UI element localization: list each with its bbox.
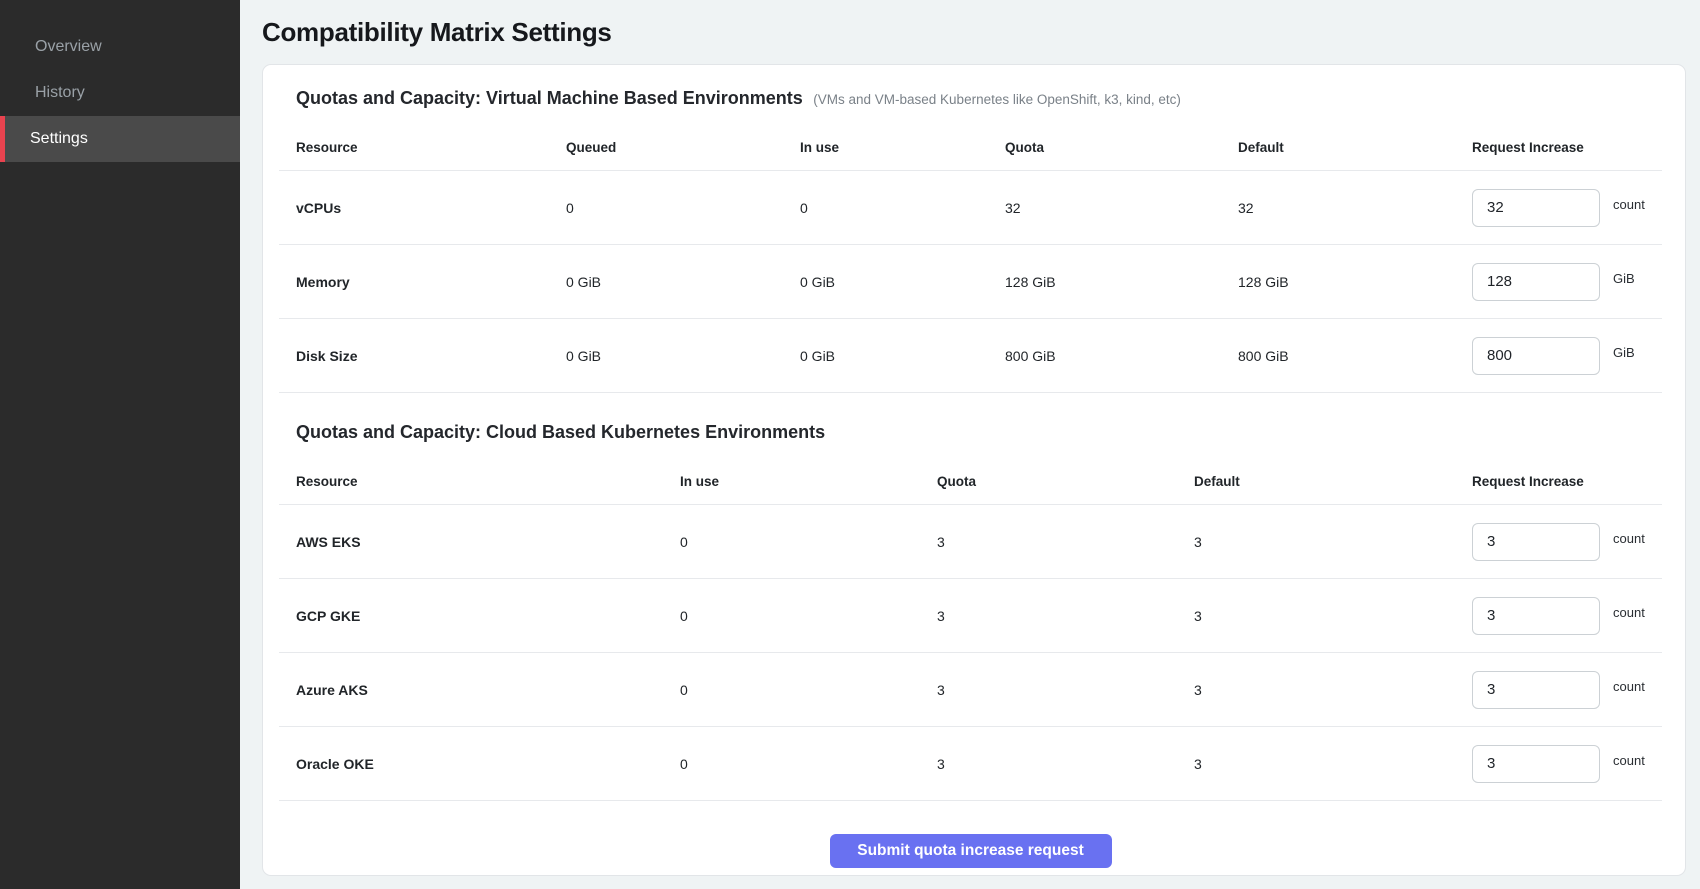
unit-label: count [1613, 679, 1645, 694]
vcpus-request-input[interactable] [1472, 189, 1600, 227]
column-header-request-increase: Request Increase [1472, 474, 1662, 489]
unit-label: GiB [1613, 345, 1635, 360]
cloud-quota-table: Resource In use Quota Default Request In… [279, 459, 1662, 801]
column-header-resource: Resource [279, 474, 680, 489]
submit-quota-increase-button[interactable]: Submit quota increase request [830, 834, 1112, 868]
in-use-value: 0 [680, 534, 937, 550]
quota-value: 32 [1005, 200, 1238, 216]
aws-eks-request-input[interactable] [1472, 523, 1600, 561]
quota-value: 3 [937, 682, 1194, 698]
main-content: Compatibility Matrix Settings Quotas and… [240, 0, 1700, 889]
resource-name: Oracle OKE [279, 756, 680, 772]
queued-value: 0 GiB [566, 274, 800, 290]
request-increase-cell: count [1472, 671, 1662, 709]
default-value: 3 [1194, 608, 1472, 624]
resource-name: AWS EKS [279, 534, 680, 550]
unit-label: count [1613, 197, 1645, 212]
queued-value: 0 [566, 200, 800, 216]
cloud-section-heading: Quotas and Capacity: Cloud Based Kuberne… [296, 419, 1662, 447]
resource-name: Azure AKS [279, 682, 680, 698]
table-row-gcp-gke: GCP GKE 0 3 3 count [279, 579, 1662, 653]
default-value: 128 GiB [1238, 274, 1472, 290]
sidebar: Overview History Settings [0, 0, 240, 889]
request-increase-cell: GiB [1472, 263, 1662, 301]
unit-label: count [1613, 531, 1645, 546]
request-increase-cell: count [1472, 523, 1662, 561]
column-header-default: Default [1238, 140, 1472, 155]
table-row-memory: Memory 0 GiB 0 GiB 128 GiB 128 GiB GiB [279, 245, 1662, 319]
in-use-value: 0 GiB [800, 348, 1005, 364]
unit-label: GiB [1613, 271, 1635, 286]
app-window: Overview History Settings Compatibility … [0, 0, 1700, 889]
sidebar-item-history[interactable]: History [0, 70, 240, 116]
quota-value: 3 [937, 534, 1194, 550]
quota-value: 800 GiB [1005, 348, 1238, 364]
cloud-section-title: Quotas and Capacity: Cloud Based Kuberne… [296, 422, 825, 442]
table-row-aws-eks: AWS EKS 0 3 3 count [279, 505, 1662, 579]
vm-section-heading: Quotas and Capacity: Virtual Machine Bas… [296, 85, 1662, 113]
sidebar-item-history-label: History [35, 84, 85, 102]
gcp-gke-request-input[interactable] [1472, 597, 1600, 635]
quota-value: 3 [937, 756, 1194, 772]
default-value: 3 [1194, 534, 1472, 550]
oracle-oke-request-input[interactable] [1472, 745, 1600, 783]
column-header-resource: Resource [279, 140, 566, 155]
request-increase-cell: count [1472, 597, 1662, 635]
request-increase-cell: count [1472, 189, 1662, 227]
azure-aks-request-input[interactable] [1472, 671, 1600, 709]
settings-card: Quotas and Capacity: Virtual Machine Bas… [262, 64, 1686, 876]
column-header-quota: Quota [1005, 140, 1238, 155]
memory-request-input[interactable] [1472, 263, 1600, 301]
vm-quota-table: Resource Queued In use Quota Default Req… [279, 125, 1662, 393]
quota-value: 3 [937, 608, 1194, 624]
table-row-oracle-oke: Oracle OKE 0 3 3 count [279, 727, 1662, 801]
default-value: 800 GiB [1238, 348, 1472, 364]
default-value: 32 [1238, 200, 1472, 216]
in-use-value: 0 [680, 756, 937, 772]
cloud-table-header-row: Resource In use Quota Default Request In… [279, 459, 1662, 505]
request-increase-cell: count [1472, 745, 1662, 783]
unit-label: count [1613, 753, 1645, 768]
sidebar-item-settings-label: Settings [30, 130, 88, 148]
in-use-value: 0 [680, 608, 937, 624]
resource-name: vCPUs [279, 200, 566, 216]
column-header-request-increase: Request Increase [1472, 140, 1662, 155]
disk-size-request-input[interactable] [1472, 337, 1600, 375]
table-row-disk-size: Disk Size 0 GiB 0 GiB 800 GiB 800 GiB Gi… [279, 319, 1662, 393]
sidebar-item-settings[interactable]: Settings [0, 116, 240, 162]
table-row-vcpus: vCPUs 0 0 32 32 count [279, 171, 1662, 245]
in-use-value: 0 [800, 200, 1005, 216]
table-row-azure-aks: Azure AKS 0 3 3 count [279, 653, 1662, 727]
vm-section-title: Quotas and Capacity: Virtual Machine Bas… [296, 88, 803, 108]
quota-value: 128 GiB [1005, 274, 1238, 290]
default-value: 3 [1194, 756, 1472, 772]
column-header-in-use: In use [680, 474, 937, 489]
in-use-value: 0 GiB [800, 274, 1005, 290]
queued-value: 0 GiB [566, 348, 800, 364]
column-header-queued: Queued [566, 140, 800, 155]
vm-section-subtitle: (VMs and VM-based Kubernetes like OpenSh… [813, 92, 1181, 107]
in-use-value: 0 [680, 682, 937, 698]
default-value: 3 [1194, 682, 1472, 698]
vm-table-header-row: Resource Queued In use Quota Default Req… [279, 125, 1662, 171]
column-header-default: Default [1194, 474, 1472, 489]
button-row: Submit quota increase request [279, 834, 1662, 868]
column-header-quota: Quota [937, 474, 1194, 489]
column-header-in-use: In use [800, 140, 1005, 155]
resource-name: Memory [279, 274, 566, 290]
request-increase-cell: GiB [1472, 337, 1662, 375]
sidebar-item-overview[interactable]: Overview [0, 24, 240, 70]
sidebar-item-overview-label: Overview [35, 38, 102, 56]
page-title: Compatibility Matrix Settings [262, 17, 1700, 48]
resource-name: Disk Size [279, 348, 566, 364]
resource-name: GCP GKE [279, 608, 680, 624]
unit-label: count [1613, 605, 1645, 620]
